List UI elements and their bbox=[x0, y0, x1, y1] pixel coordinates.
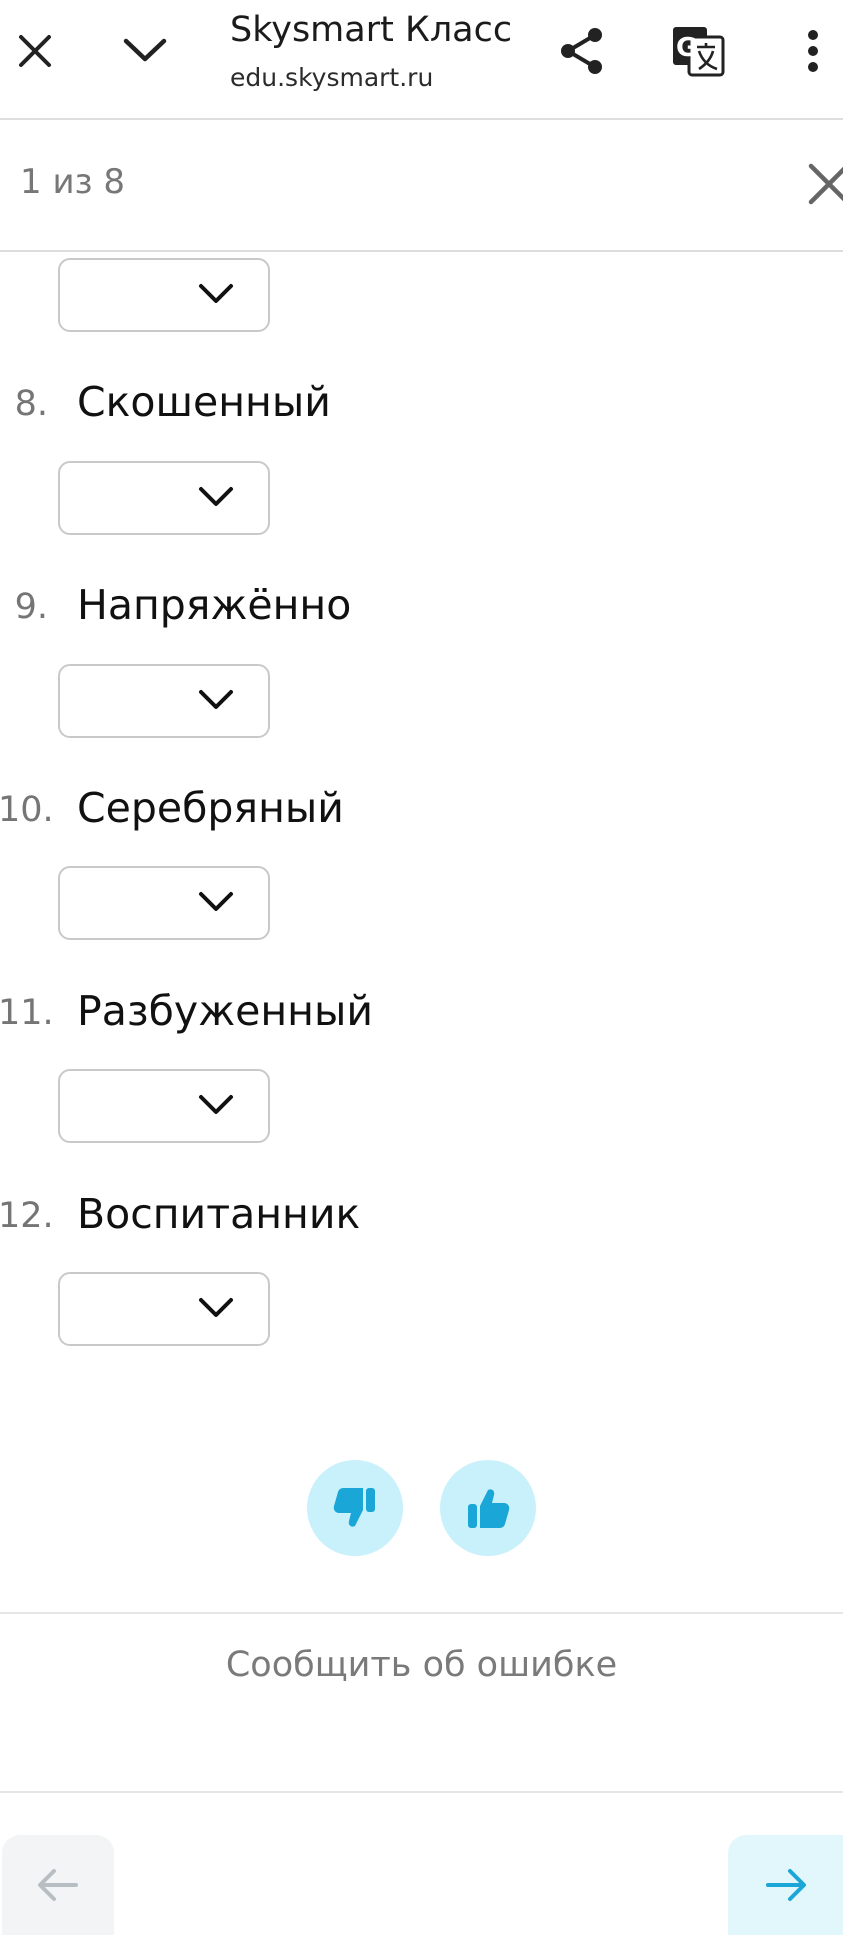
report-error-link[interactable]: Сообщить об ошибке bbox=[0, 1645, 843, 1685]
arrow-right-icon bbox=[765, 1869, 806, 1901]
close-icon bbox=[808, 163, 843, 205]
chevron-down-icon bbox=[199, 1298, 233, 1317]
share-icon bbox=[561, 28, 602, 74]
item-word: Разбуженный bbox=[77, 987, 373, 1035]
dislike-button[interactable] bbox=[307, 1460, 403, 1556]
close-icon bbox=[19, 35, 51, 67]
translate-button[interactable]: G bbox=[664, 16, 734, 86]
answer-select[interactable] bbox=[58, 461, 270, 535]
find-in-page-bar: 1 из 8 bbox=[0, 120, 843, 252]
like-button[interactable] bbox=[440, 1460, 536, 1556]
item-word: Воспитанник bbox=[77, 1190, 361, 1238]
answer-select[interactable] bbox=[58, 866, 270, 940]
item-number: 9. bbox=[14, 587, 48, 627]
svg-text:G: G bbox=[676, 33, 697, 63]
find-close-button[interactable] bbox=[801, 156, 843, 212]
item-number: 11. bbox=[0, 993, 54, 1033]
item-word: Напряжённо bbox=[77, 581, 352, 629]
arrow-left-icon bbox=[38, 1869, 78, 1901]
thumbs-up-icon bbox=[468, 1489, 510, 1528]
item-number: 12. bbox=[0, 1196, 54, 1236]
chevron-down-icon bbox=[199, 487, 233, 506]
more-options-button[interactable] bbox=[778, 16, 843, 86]
thumbs-down-icon bbox=[333, 1488, 375, 1527]
divider bbox=[0, 1791, 843, 1793]
chevron-down-icon bbox=[199, 892, 233, 911]
translate-icon: G bbox=[673, 27, 725, 77]
more-vertical-icon bbox=[808, 30, 818, 72]
previous-button[interactable] bbox=[2, 1835, 114, 1935]
answer-select[interactable] bbox=[58, 1069, 270, 1143]
answer-select[interactable] bbox=[58, 1272, 270, 1346]
answer-select[interactable] bbox=[58, 258, 270, 332]
divider bbox=[0, 1612, 843, 1614]
minimize-button[interactable] bbox=[110, 16, 180, 86]
answer-select[interactable] bbox=[58, 664, 270, 738]
chevron-down-icon bbox=[199, 690, 233, 709]
share-button[interactable] bbox=[547, 16, 617, 86]
page-title: Skysmart Класс bbox=[230, 10, 513, 50]
find-match-count: 1 из 8 bbox=[20, 162, 126, 202]
item-word: Серебряный bbox=[77, 784, 344, 832]
page-url: edu.skysmart.ru bbox=[230, 63, 434, 92]
chevron-down-icon bbox=[199, 284, 233, 303]
browser-toolbar: Skysmart Класс edu.skysmart.ru G bbox=[0, 0, 843, 120]
chevron-down-icon bbox=[123, 38, 167, 62]
item-number: 10. bbox=[0, 790, 54, 830]
close-tab-button[interactable] bbox=[0, 16, 70, 86]
next-button[interactable] bbox=[728, 1835, 843, 1935]
chevron-down-icon bbox=[199, 1095, 233, 1114]
item-number: 8. bbox=[14, 384, 48, 424]
item-word: Скошенный bbox=[77, 378, 331, 426]
